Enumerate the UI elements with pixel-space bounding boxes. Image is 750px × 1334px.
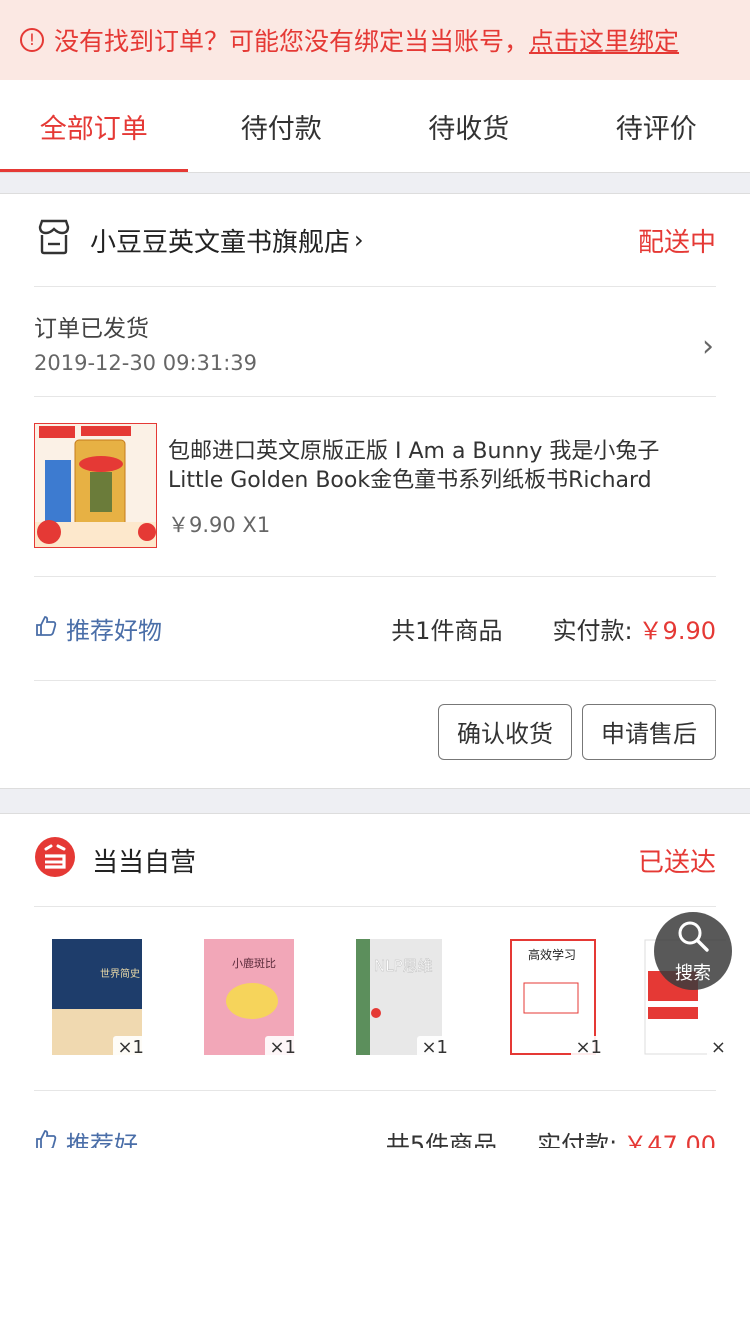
chevron-right-icon: › bbox=[702, 329, 714, 364]
order-actions: 确认收货 申请售后 bbox=[34, 680, 716, 782]
bind-account-link[interactable]: 点击这里绑定 bbox=[529, 22, 679, 58]
chevron-right-icon: › bbox=[354, 226, 364, 254]
store-icon bbox=[34, 217, 74, 264]
order-summary: 推荐好物 共1件商品 实付款: ￥9.90 bbox=[34, 576, 716, 680]
book-cover-title: 小鹿斑比 bbox=[232, 956, 276, 970]
product-thumb[interactable]: 高效学习 ×1 bbox=[510, 937, 606, 1059]
product-image bbox=[34, 423, 157, 548]
warning-icon: ! bbox=[20, 28, 44, 52]
product-item[interactable]: 包邮进口英文原版正版 I Am a Bunny 我是小兔子 Little Gol… bbox=[34, 396, 716, 576]
product-thumb[interactable]: 世界简史 ×1 bbox=[52, 937, 148, 1059]
shop-header[interactable]: 小豆豆英文童书旗舰店 › 配送中 bbox=[34, 194, 716, 286]
thumb-quantity: ×1 bbox=[571, 1036, 606, 1059]
recommend-link[interactable]: 推荐好 bbox=[34, 1125, 138, 1148]
search-icon bbox=[675, 918, 711, 959]
floating-search-button[interactable]: 搜索 bbox=[654, 912, 732, 990]
search-label: 搜索 bbox=[675, 962, 711, 984]
product-price: ￥9.90 X1 bbox=[168, 513, 271, 537]
order-card: 小豆豆英文童书旗舰店 › 配送中 订单已发货 2019-12-30 09:31:… bbox=[0, 194, 750, 788]
paid-amount: ￥9.90 bbox=[638, 617, 716, 645]
shop-name: 小豆豆英文童书旗舰店 bbox=[90, 227, 351, 258]
section-gap bbox=[0, 172, 750, 194]
order-summary: 推荐好 共5件商品 实付款: ￥47.00 bbox=[34, 1090, 716, 1148]
tab-pending-receipt[interactable]: 待收货 bbox=[375, 80, 563, 172]
product-thumbnails[interactable]: 世界简史 ×1 小鹿斑比 ×1 NLP思维 ×1 高效学习 ×1 × bbox=[34, 906, 726, 1090]
bind-account-banner: ! 没有找到订单？可能您没有绑定当当账号， 点击这里绑定 bbox=[0, 0, 750, 80]
book-cover-title: 高效学习 bbox=[528, 947, 576, 962]
section-gap bbox=[0, 788, 750, 814]
recommend-label: 推荐好 bbox=[66, 1131, 138, 1148]
shipping-status: 订单已发货 bbox=[34, 315, 149, 342]
confirm-receipt-button[interactable]: 确认收货 bbox=[438, 703, 572, 760]
apply-aftersale-button[interactable]: 申请售后 bbox=[582, 703, 716, 760]
shipping-info[interactable]: 订单已发货 2019-12-30 09:31:39 › bbox=[34, 286, 716, 396]
thumbs-up-icon bbox=[34, 614, 58, 644]
order-card: 当当自营 已送达 世界简史 ×1 小鹿斑比 ×1 NLP思维 ×1 高效学习 ×… bbox=[0, 814, 750, 1148]
thumbs-up-icon bbox=[34, 1128, 58, 1148]
book-cover-title: NLP思维 bbox=[374, 957, 433, 975]
order-tabs: 全部订单 待付款 待收货 待评价 bbox=[0, 80, 750, 172]
book-cover-title: 世界简史 bbox=[100, 967, 140, 980]
thumb-quantity: ×1 bbox=[113, 1036, 148, 1059]
order-status: 已送达 bbox=[637, 847, 716, 878]
recommend-link[interactable]: 推荐好物 bbox=[34, 611, 162, 646]
shop-name: 当当自营 bbox=[92, 847, 197, 878]
product-thumb[interactable]: 小鹿斑比 ×1 bbox=[204, 937, 300, 1059]
paid-label: 实付款: bbox=[537, 1131, 618, 1148]
tab-all-orders[interactable]: 全部订单 bbox=[0, 80, 188, 172]
item-count: 共5件商品 bbox=[385, 1131, 498, 1148]
product-thumb[interactable]: NLP思维 ×1 bbox=[356, 937, 452, 1059]
shop-header[interactable]: 当当自营 已送达 bbox=[34, 814, 716, 906]
order-status: 配送中 bbox=[637, 227, 716, 258]
recommend-label: 推荐好物 bbox=[66, 617, 162, 645]
banner-message: 没有找到订单？可能您没有绑定当当账号， bbox=[54, 27, 530, 56]
paid-amount: ￥47.00 bbox=[623, 1131, 716, 1148]
item-count: 共1件商品 bbox=[391, 617, 503, 645]
shipping-time: 2019-12-30 09:31:39 bbox=[34, 350, 258, 375]
thumb-quantity: ×1 bbox=[265, 1036, 300, 1059]
product-title: 包邮进口英文原版正版 I Am a Bunny 我是小兔子 Little Gol… bbox=[168, 439, 660, 493]
tab-pending-review[interactable]: 待评价 bbox=[563, 80, 750, 172]
thumb-quantity: × bbox=[706, 1036, 726, 1057]
tab-pending-payment[interactable]: 待付款 bbox=[188, 80, 376, 172]
thumb-quantity: ×1 bbox=[417, 1036, 452, 1059]
paid-label: 实付款: bbox=[552, 617, 633, 645]
dangdang-logo-icon bbox=[34, 836, 76, 885]
